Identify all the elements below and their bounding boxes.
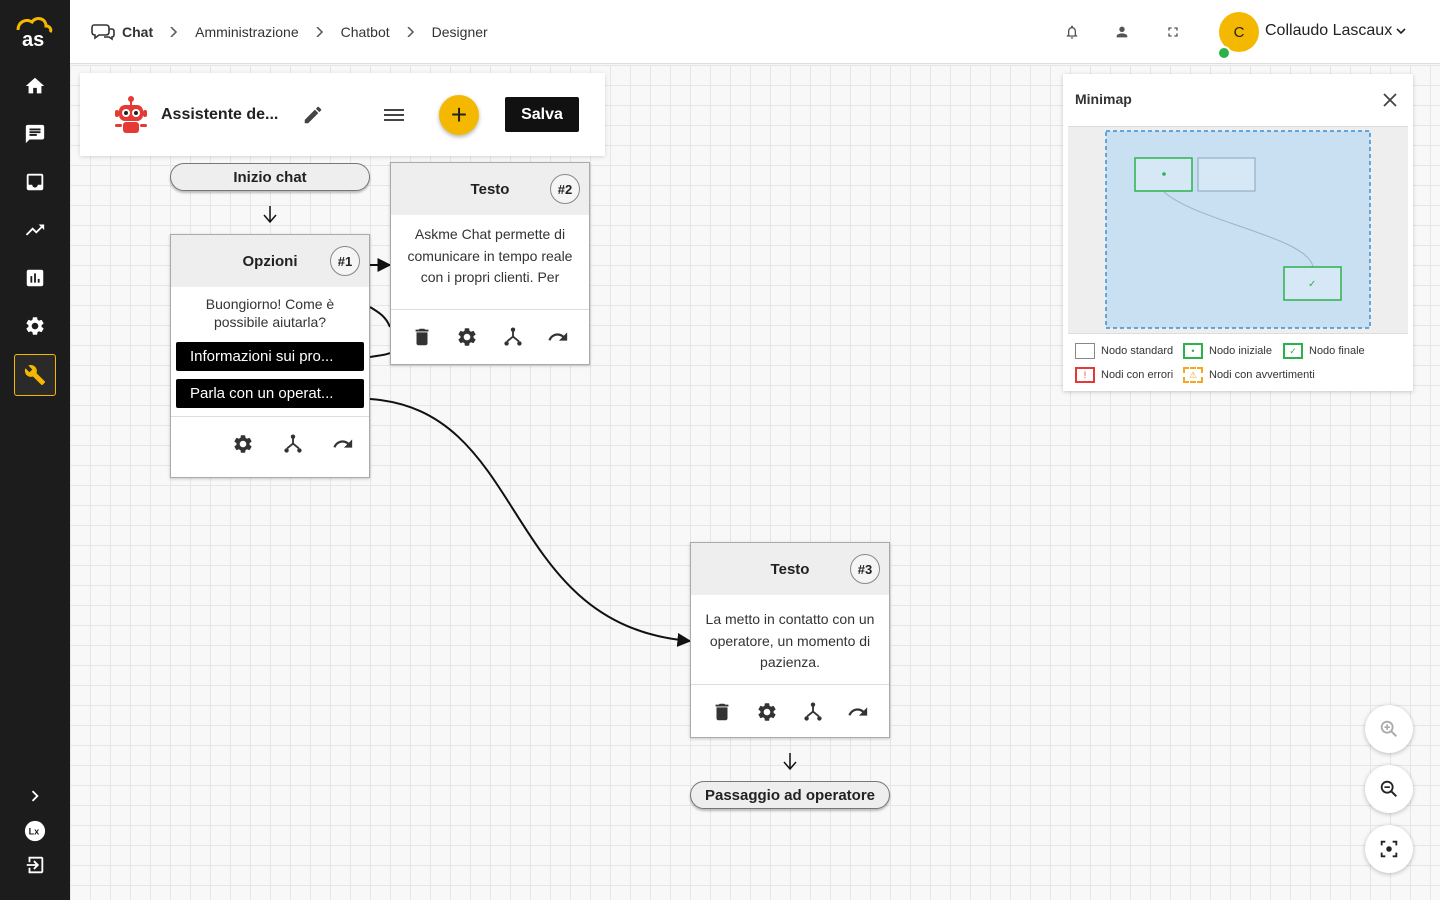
user-menu[interactable]: Collaudo Lascaux [1265,22,1406,40]
settings-icon[interactable] [231,432,255,456]
node-actions [391,309,589,363]
legend-final: ✓ Nodo finale [1283,343,1365,359]
connector-option2-3 [369,398,692,647]
add-node-button[interactable]: + [439,95,479,135]
robot-icon [115,96,147,133]
designer-toolbar: Assistente de... + Salva [80,73,605,156]
branch-icon[interactable] [801,700,825,724]
legend-errors: ! Nodi con errori [1075,367,1173,383]
breadcrumb-designer[interactable]: Designer [432,24,488,40]
node-number-badge: #2 [550,174,580,204]
node-header: Testo #2 [391,163,589,215]
zoom-in-button[interactable] [1365,705,1413,753]
settings-icon[interactable] [755,700,779,724]
lx-icon[interactable]: Lx [19,815,51,847]
bot-name: Assistente de... [161,106,279,123]
edit-icon[interactable] [302,104,324,126]
connector-hidden [369,306,391,328]
node-text: La metto in contatto con un operatore, u… [705,611,875,670]
settings-icon[interactable] [455,325,479,349]
minimap-view[interactable]: ✓ [1068,126,1408,334]
wrench-icon[interactable] [14,354,56,396]
node-text: Buongiorno! Come è possibile aiutarla? [205,296,335,330]
fullscreen-icon[interactable] [1161,20,1185,44]
error-node-icon: ! [1075,367,1095,383]
chevron-down-icon [1396,28,1406,35]
legend-standard: Nodo standard [1075,343,1173,359]
standard-node-icon [1075,343,1095,359]
breadcrumb-chat[interactable]: Chat [90,21,153,43]
legend-initial: • Nodo iniziale [1183,343,1272,359]
svg-text:✓: ✓ [1308,279,1316,290]
minimap-title: Minimap [1075,91,1132,107]
breadcrumb: Chat Amministrazione Chatbot Designer [90,0,488,64]
delete-icon[interactable] [410,325,434,349]
warning-node-icon: ⚠ [1183,367,1203,383]
center-view-button[interactable] [1365,825,1413,873]
redo-icon[interactable] [331,432,355,456]
redo-icon[interactable] [846,700,870,724]
chevron-right-icon [170,27,178,37]
online-status-icon [1217,46,1231,60]
svg-text:Lx: Lx [29,827,41,837]
node-number-badge: #1 [330,246,360,276]
legend-warnings: ⚠ Nodi con avvertimenti [1183,367,1315,383]
zoom-out-icon [1380,780,1398,798]
zoom-in-icon [1380,720,1398,738]
person-icon[interactable] [1110,20,1134,44]
svg-text:as: as [22,29,44,48]
connector-option1 [369,352,391,358]
option-button-operator[interactable]: Parla con un operat... [176,379,364,408]
minimap-panel: Minimap ✓ Nodo standard • Nodo iniziale ✓… [1063,74,1413,391]
node-header: Opzioni #1 [171,235,369,287]
node-actions [171,416,369,470]
final-node-icon: ✓ [1283,343,1303,359]
breadcrumb-amministrazione[interactable]: Amministrazione [195,24,298,40]
minimap-drawing: ✓ [1105,130,1371,329]
chat-icon[interactable] [19,118,51,150]
center-focus-icon [1380,840,1398,858]
flow-canvas[interactable]: Assistente de... + Salva Inizio chat Opz… [70,65,1440,900]
breadcrumb-chatbot[interactable]: Chatbot [341,24,390,40]
menu-icon[interactable] [382,104,406,126]
chat-bubbles-icon [91,24,115,41]
node-actions [691,684,889,738]
end-node[interactable]: Passaggio ad operatore [690,781,890,809]
close-icon[interactable] [1381,91,1399,109]
text-node-2[interactable]: Testo #2 Askme Chat permette di comunica… [390,162,590,365]
zoom-out-button[interactable] [1365,765,1413,813]
expand-icon[interactable] [19,780,51,812]
chevron-right-icon [316,27,323,37]
app-logo[interactable]: as [12,14,58,48]
delete-icon[interactable] [710,700,734,724]
node-text: Askme Chat permette di comunicare in tem… [407,226,573,285]
options-node[interactable]: Opzioni #1 Buongiorno! Come è possibile … [170,234,370,478]
text-node-3[interactable]: Testo #3 La metto in contatto con un ope… [690,542,890,738]
save-button[interactable]: Salva [505,97,579,132]
redo-icon[interactable] [546,325,570,349]
start-node[interactable]: Inizio chat [170,163,370,191]
trend-icon[interactable] [19,214,51,246]
bell-icon[interactable] [1060,20,1084,44]
branch-icon[interactable] [501,325,525,349]
logout-icon[interactable] [19,849,51,881]
home-icon[interactable] [19,70,51,102]
topbar: Chat Amministrazione Chatbot Designer C … [70,0,1440,64]
option-button-info[interactable]: Informazioni sui pro... [176,342,364,371]
node-number-badge: #3 [850,554,880,584]
sidebar: as Lx [0,0,70,900]
inbox-icon[interactable] [19,166,51,198]
node-header: Testo #3 [691,543,889,595]
initial-node-icon: • [1183,343,1203,359]
branch-icon[interactable] [281,432,305,456]
settings-icon[interactable] [19,310,51,342]
chevron-right-icon [407,27,414,37]
stats-icon[interactable] [19,262,51,294]
